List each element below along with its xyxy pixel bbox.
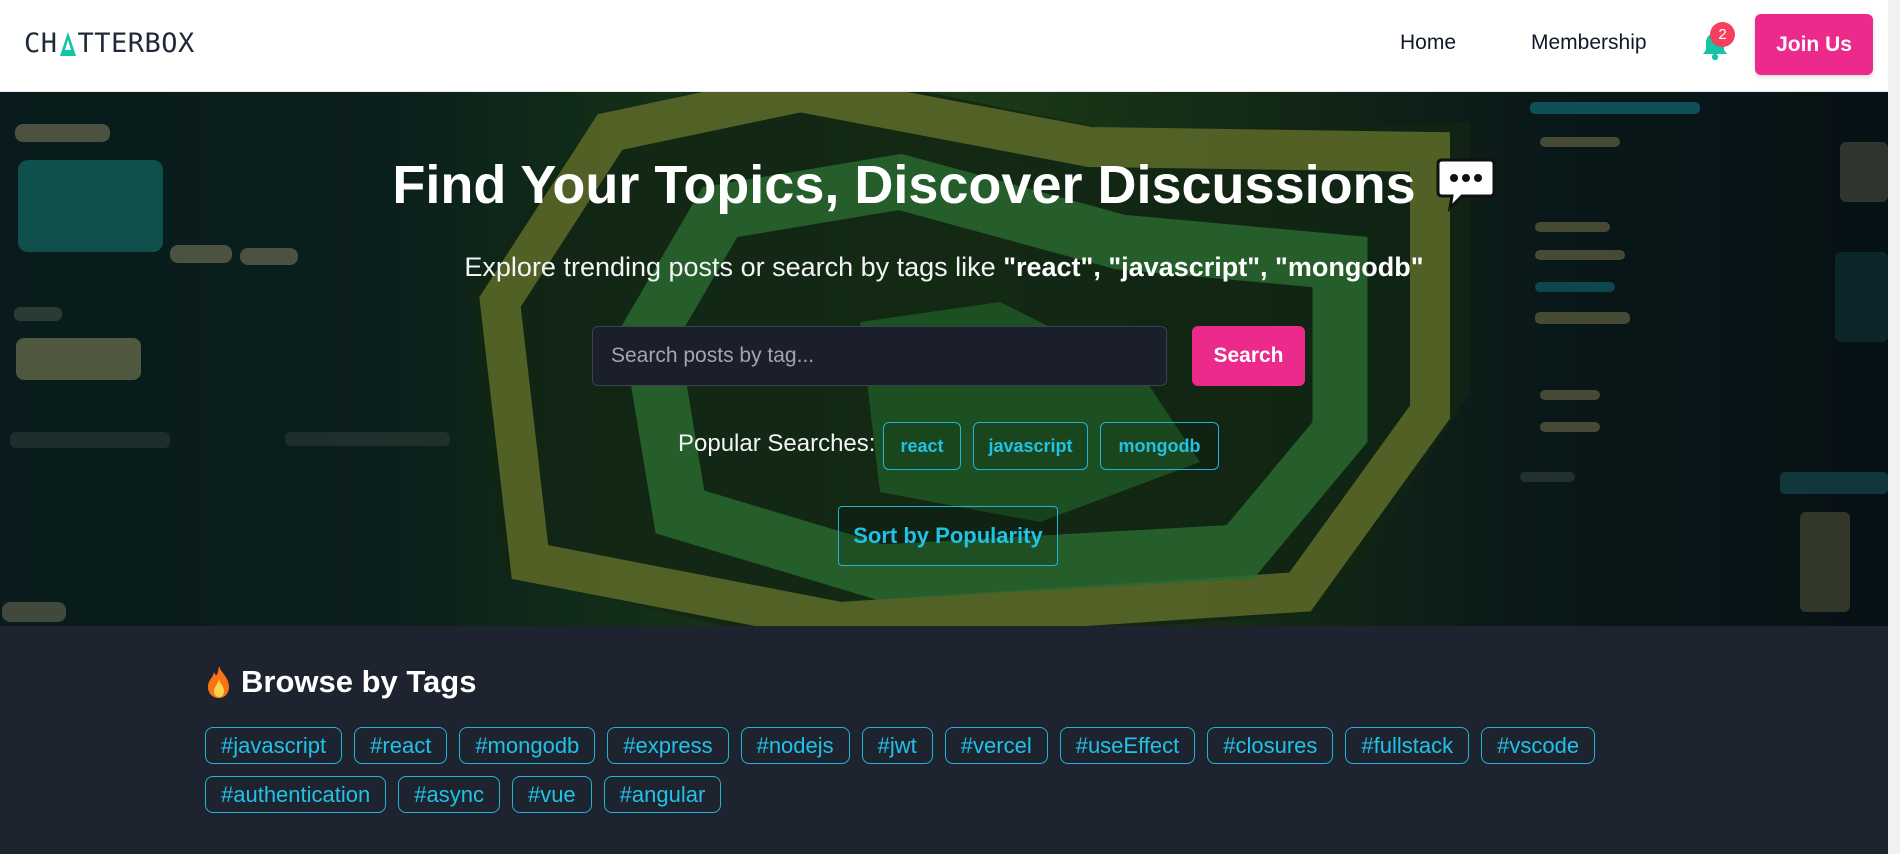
hero-subtitle-tags: "react", "javascript", "mongodb" (1003, 252, 1424, 282)
tag-chip[interactable]: #nodejs (740, 727, 850, 764)
browse-tags-title: Browse by Tags (241, 664, 477, 699)
tags-list: #javascript #react #mongodb #express #no… (205, 727, 1605, 813)
search-button[interactable]: Search (1192, 326, 1305, 386)
logo-suffix: TTERBOX (77, 28, 195, 59)
popular-chip-react[interactable]: react (883, 422, 961, 470)
tag-chip[interactable]: #javascript (205, 727, 343, 764)
popular-chip-javascript[interactable]: javascript (973, 422, 1088, 470)
tag-chip[interactable]: #react (354, 727, 448, 764)
hero-subtitle: Explore trending posts or search by tags… (0, 252, 1888, 283)
tag-chip[interactable]: #express (607, 727, 729, 764)
tag-chip[interactable]: #useEffect (1059, 727, 1196, 764)
tag-chip[interactable]: #mongodb (459, 727, 596, 764)
scrollbar[interactable] (1888, 0, 1900, 854)
browse-tags-section: Browse by Tags #javascript #react #mongo… (0, 626, 1888, 854)
hero-subtitle-prefix: Explore trending posts or search by tags… (464, 252, 1004, 282)
search-input[interactable] (592, 326, 1167, 386)
tag-chip[interactable]: #fullstack (1345, 727, 1470, 764)
logo[interactable]: CH TTERBOX (24, 28, 195, 59)
hero-title: Find Your Topics, Discover Discussions (0, 154, 1888, 216)
hero-title-text: Find Your Topics, Discover Discussions (392, 155, 1416, 215)
popular-chip-mongodb[interactable]: mongodb (1100, 422, 1219, 470)
logo-prefix: CH (24, 28, 58, 59)
tag-chip[interactable]: #vscode (1481, 727, 1596, 764)
tag-chip[interactable]: #vue (511, 776, 592, 813)
hero-section: Find Your Topics, Discover Discussions E… (0, 92, 1888, 626)
speech-bubble-icon (1436, 158, 1496, 213)
logo-a-mark-icon (59, 31, 77, 57)
browse-tags-heading: Browse by Tags (205, 664, 476, 700)
tag-chip[interactable]: #closures (1207, 727, 1334, 764)
popular-searches-label: Popular Searches: (678, 430, 876, 457)
tag-chip[interactable]: #authentication (205, 776, 387, 813)
notification-badge: 2 (1710, 22, 1735, 47)
nav-membership-link[interactable]: Membership (1531, 31, 1647, 55)
navbar: CH TTERBOX Home Membership 2 Join Us (0, 0, 1900, 92)
tag-chip[interactable]: #async (398, 776, 500, 813)
tag-chip[interactable]: #vercel (944, 727, 1048, 764)
tag-chip[interactable]: #jwt (861, 727, 933, 764)
tag-chip[interactable]: #angular (603, 776, 722, 813)
nav-home-link[interactable]: Home (1400, 31, 1456, 55)
join-us-button[interactable]: Join Us (1755, 14, 1873, 75)
sort-by-popularity-button[interactable]: Sort by Popularity (838, 506, 1058, 566)
fire-icon (205, 665, 233, 699)
